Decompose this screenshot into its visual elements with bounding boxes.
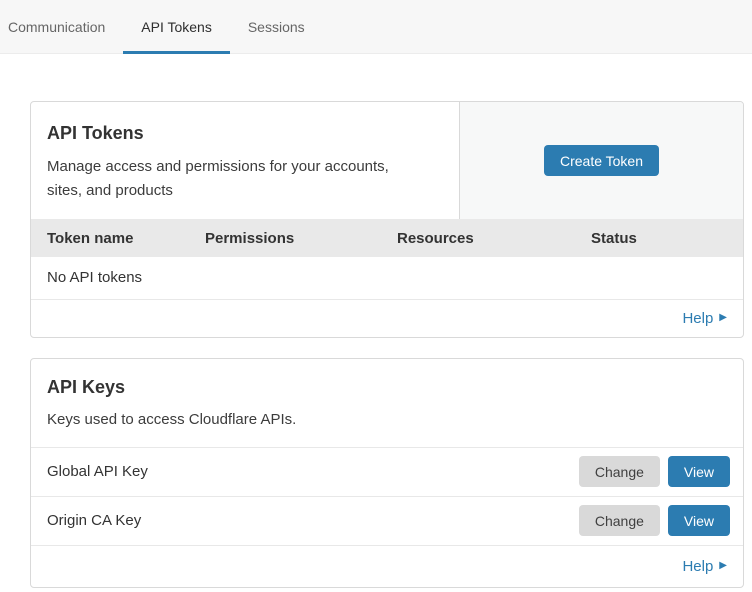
tab-api-tokens[interactable]: API Tokens (123, 0, 230, 53)
api-tokens-table: Token name Permissions Resources Status … (31, 219, 743, 300)
view-global-api-key-button[interactable]: View (668, 456, 730, 487)
empty-state-message: No API tokens (31, 257, 743, 299)
column-header-resources: Resources (397, 219, 591, 257)
api-keys-description: Keys used to access Cloudflare APIs. (47, 408, 727, 432)
column-header-permissions: Permissions (205, 219, 397, 257)
api-tokens-header: API Tokens Manage access and permissions… (31, 102, 743, 219)
api-key-label: Global API Key (47, 463, 148, 480)
column-header-status: Status (591, 219, 743, 257)
arrow-right-icon: ▶ (719, 313, 727, 323)
api-keys-footer: Help ▶ (31, 545, 743, 587)
api-tokens-action-panel: Create Token (460, 102, 743, 219)
tab-bar: Communication API Tokens Sessions (0, 0, 752, 54)
table-header-row: Token name Permissions Resources Status (31, 219, 743, 257)
api-key-row-global: Global API Key Change View (31, 447, 743, 496)
help-link-label: Help (682, 558, 713, 575)
arrow-right-icon: ▶ (719, 561, 727, 571)
api-tokens-title: API Tokens (47, 123, 439, 144)
api-keys-help-link[interactable]: Help ▶ (682, 558, 727, 575)
empty-state-row: No API tokens (31, 257, 743, 299)
api-tokens-description: Manage access and permissions for your a… (47, 155, 422, 203)
column-header-token-name: Token name (31, 219, 205, 257)
api-tokens-help-link[interactable]: Help ▶ (682, 310, 727, 327)
tab-communication[interactable]: Communication (0, 0, 123, 53)
api-tokens-card: API Tokens Manage access and permissions… (30, 101, 744, 338)
api-tokens-footer: Help ▶ (31, 300, 743, 337)
api-key-label: Origin CA Key (47, 512, 141, 529)
api-keys-title: API Keys (47, 377, 727, 398)
api-key-row-origin-ca: Origin CA Key Change View (31, 496, 743, 545)
tab-sessions[interactable]: Sessions (230, 0, 323, 53)
api-keys-card: API Keys Keys used to access Cloudflare … (30, 358, 744, 588)
api-key-actions: Change View (579, 505, 730, 536)
create-token-button[interactable]: Create Token (544, 145, 659, 176)
view-origin-ca-key-button[interactable]: View (668, 505, 730, 536)
change-global-api-key-button[interactable]: Change (579, 456, 660, 487)
help-link-label: Help (682, 310, 713, 327)
change-origin-ca-key-button[interactable]: Change (579, 505, 660, 536)
api-tokens-header-text: API Tokens Manage access and permissions… (31, 102, 460, 219)
api-keys-header: API Keys Keys used to access Cloudflare … (31, 359, 743, 447)
api-key-actions: Change View (579, 456, 730, 487)
page-content: API Tokens Manage access and permissions… (0, 101, 752, 588)
